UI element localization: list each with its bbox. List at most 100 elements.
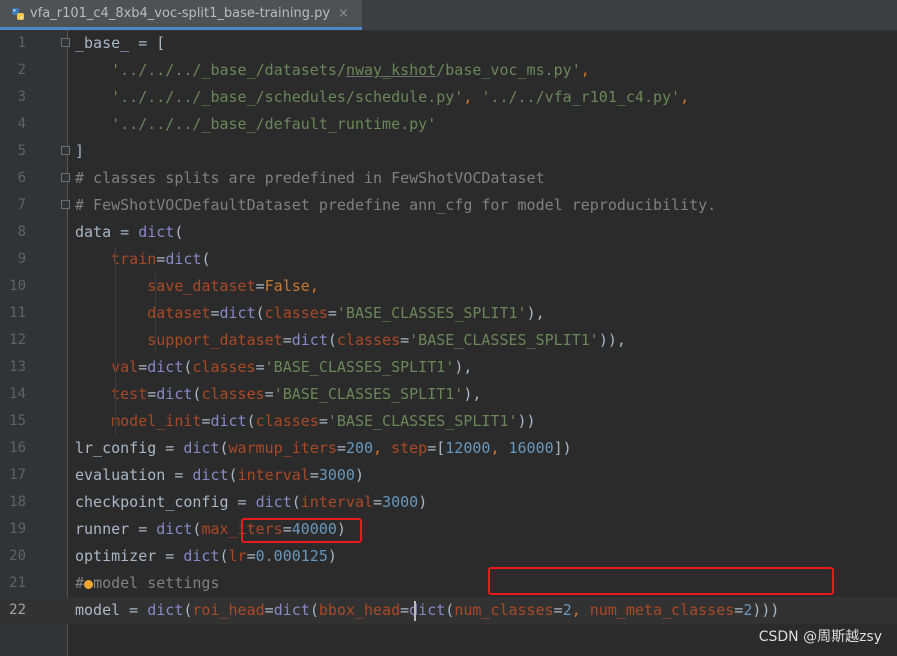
code-token: dict <box>156 520 193 538</box>
tab-active-file[interactable]: vfa_r101_c4_8xb4_voc-split1_base-trainin… <box>0 0 362 30</box>
code-line[interactable]: 6 # classes splits are predefined in FewS… <box>0 165 897 192</box>
text-caret <box>414 601 416 621</box>
line-number: 3 <box>17 89 26 105</box>
fold-marker-icon[interactable] <box>61 38 70 47</box>
code-line[interactable]: 13 val=dict(classes='BASE_CLASSES_SPLIT1… <box>0 354 897 381</box>
tab-close-icon[interactable]: × <box>338 6 349 21</box>
code-line[interactable]: 7 # FewShotVOCDefaultDataset predefine an… <box>0 192 897 219</box>
code-line[interactable]: 8 data = dict( <box>0 219 897 246</box>
code-token: evaluation = <box>75 466 193 484</box>
line-number: 7 <box>17 197 26 213</box>
code-line[interactable]: 20 optimizer = dict(lr=0.000125) <box>0 543 897 570</box>
code-token: , <box>309 277 319 295</box>
code-token: 2 <box>743 601 753 619</box>
code-token: = <box>373 493 383 511</box>
code-line[interactable]: 2 '../../../_base_/datasets/nway_kshot/b… <box>0 57 897 84</box>
code-text: ] <box>75 138 84 165</box>
code-text: optimizer = dict(lr=0.000125) <box>75 543 337 570</box>
code-line[interactable]: 3 '../../../_base_/schedules/schedule.py… <box>0 84 897 111</box>
code-token: ( <box>219 547 229 565</box>
fold-marker-icon[interactable] <box>61 146 70 155</box>
code-token: train <box>111 250 157 268</box>
code-line[interactable]: 10 save_dataset=False, <box>0 273 897 300</box>
code-token: = <box>327 304 337 322</box>
code-token: 200 <box>345 439 374 457</box>
code-token: classes <box>255 412 319 430</box>
code-token: interval <box>237 466 310 484</box>
code-token: ) <box>418 493 428 511</box>
code-line[interactable]: 4 '../../../_base_/default_runtime.py' <box>0 111 897 138</box>
intention-bulb-icon[interactable] <box>84 580 93 589</box>
code-token: dict <box>183 547 220 565</box>
code-token: dict <box>291 331 328 349</box>
fold-marker-icon[interactable] <box>61 173 70 182</box>
code-text: # model settings <box>75 570 220 597</box>
code-token: 'BASE_CLASSES_SPLIT1' <box>409 331 599 349</box>
code-line[interactable]: 15 model_init=dict(classes='BASE_CLASSES… <box>0 408 897 435</box>
code-line[interactable]: 1 _base_ = [ <box>0 30 897 57</box>
code-token: classes <box>192 358 256 376</box>
code-token: , <box>463 88 482 106</box>
code-token: save_dataset <box>147 277 256 295</box>
line-number: 18 <box>9 494 26 510</box>
code-token: dict <box>165 250 202 268</box>
code-token: , <box>373 439 392 457</box>
code-token: 3000 <box>382 493 419 511</box>
code-token: ( <box>246 412 256 430</box>
code-token: 'BASE_CLASSES_SPLIT1' <box>273 385 464 403</box>
code-token: test <box>111 385 148 403</box>
code-token: dict <box>273 601 310 619</box>
code-line[interactable]: 9 train=dict( <box>0 246 897 273</box>
code-line[interactable]: 11 dataset=dict(classes='BASE_CLASSES_SP… <box>0 300 897 327</box>
code-line[interactable]: 5] <box>0 138 897 165</box>
code-line[interactable]: 22 model = dict(roi_head=dict(bbox_head=d… <box>0 597 897 624</box>
code-token: ]) <box>553 439 572 457</box>
code-token: = <box>264 601 274 619</box>
code-token: '../../vfa_r101_c4.py' <box>481 88 681 106</box>
code-token: model = <box>75 601 148 619</box>
code-text: test=dict(classes='BASE_CLASSES_SPLIT1')… <box>75 381 481 408</box>
code-token: checkpoint_config = <box>75 493 256 511</box>
code-token: ), <box>463 385 482 403</box>
indent-guide <box>155 273 156 354</box>
code-token: num_meta_classes <box>589 601 735 619</box>
fold-marker-icon[interactable] <box>61 200 70 209</box>
code-token: )) <box>517 412 536 430</box>
line-number: 21 <box>9 575 26 591</box>
code-text: data = dict( <box>75 219 183 246</box>
code-token: = <box>282 331 292 349</box>
code-token: , <box>580 61 590 79</box>
line-number: 14 <box>9 386 26 402</box>
code-token: = <box>147 385 157 403</box>
code-line[interactable]: 12 support_dataset=dict(classes='BASE_CL… <box>0 327 897 354</box>
code-token: 'BASE_CLASSES_SPLIT1' <box>327 412 518 430</box>
code-area[interactable]: 1 _base_ = [2 '../../../_base_/datasets/n… <box>0 30 897 656</box>
code-token: = <box>210 304 220 322</box>
code-token: '../../../_base_/schedules/schedule.py' <box>111 88 464 106</box>
code-token: data = <box>75 223 139 241</box>
code-line[interactable]: 14 test=dict(classes='BASE_CLASSES_SPLIT… <box>0 381 897 408</box>
code-text: evaluation = dict(interval=3000) <box>75 462 364 489</box>
code-token: ( <box>174 223 184 241</box>
code-token: roi_head <box>192 601 265 619</box>
code-editor[interactable]: 1 _base_ = [2 '../../../_base_/datasets/n… <box>0 30 897 656</box>
code-line[interactable]: 17 evaluation = dict(interval=3000) <box>0 462 897 489</box>
code-token: dict <box>219 304 256 322</box>
code-token: ( <box>219 439 229 457</box>
code-token: =[ <box>427 439 446 457</box>
code-token: = <box>255 277 265 295</box>
code-line[interactable]: 16 lr_config = dict(warmup_iters=200, ste… <box>0 435 897 462</box>
code-token: runner = <box>75 520 157 538</box>
tab-filename: vfa_r101_c4_8xb4_voc-split1_base-trainin… <box>30 6 331 21</box>
code-line[interactable]: 18 checkpoint_config = dict(interval=3000… <box>0 489 897 516</box>
code-token: dict <box>147 358 184 376</box>
code-token: model_init <box>111 412 202 430</box>
code-line[interactable]: 19 runner = dict(max_iters=40000) <box>0 516 897 543</box>
code-token: dict <box>192 466 229 484</box>
line-number: 1 <box>17 35 26 51</box>
